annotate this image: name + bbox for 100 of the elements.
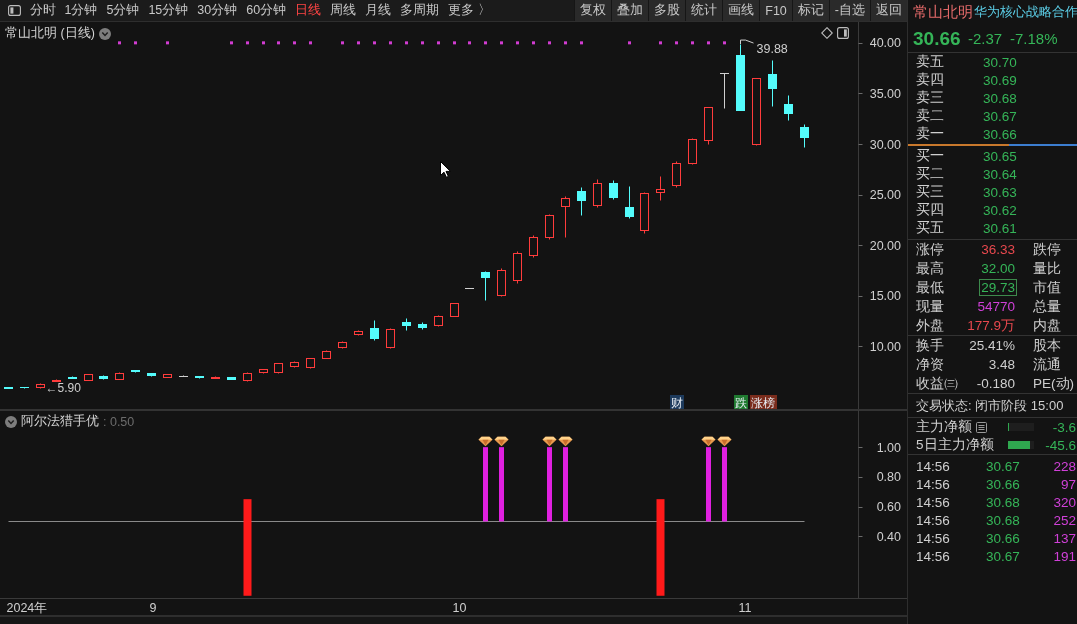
stat-label: 股本 (1032, 336, 1062, 355)
event-tag[interactable]: 跌 (734, 395, 748, 410)
axis-label: 9 (149, 600, 157, 615)
panel-toggle-icon[interactable] (837, 27, 849, 39)
diamond-icon (494, 436, 509, 447)
stat-label: 内盘 (1032, 316, 1062, 335)
stat-label: PE(动) (1032, 374, 1075, 393)
axis-label: 20.00 (869, 238, 901, 253)
diamond-outline-icon[interactable] (821, 27, 833, 39)
fund-flow-label: 5日主力净额 (916, 436, 994, 454)
candlestick (497, 268, 506, 297)
axis-label: 11 (738, 600, 752, 615)
candlestick (704, 107, 713, 145)
period-tab[interactable]: 60分钟 (241, 0, 291, 21)
diamond-icon (542, 436, 557, 447)
axis-label: 1.00 (876, 440, 901, 455)
stat-value: -0.180 (975, 375, 1016, 392)
trade-volume: 191 (1053, 548, 1077, 564)
trade-time: 14:56 (916, 476, 951, 492)
trade-volume: 97 (1060, 476, 1077, 492)
trade-volume: 252 (1053, 512, 1077, 528)
indicator-title: 阿尔法猎手优 (21, 413, 99, 430)
dropdown-icon[interactable] (5, 415, 17, 428)
period-tab[interactable]: 5分钟 (101, 0, 144, 21)
candlestick (418, 322, 427, 330)
toolbar-button[interactable]: 复权 (574, 0, 612, 21)
stat-value: 32.00 (980, 260, 1016, 277)
stat-label: 量比 (1032, 259, 1062, 278)
candlestick (306, 358, 315, 369)
toolbar-button[interactable]: F10 (759, 0, 792, 21)
trade-price: 30.67 (986, 548, 1021, 564)
toolbar-button[interactable]: -自选 (828, 0, 870, 21)
axis-label: 0.40 (876, 529, 901, 544)
axis-label: 2024年 (6, 600, 48, 615)
stat-label: 现量 (916, 297, 945, 316)
bid-price: 30.62 (983, 202, 1018, 218)
stat-value: 177.9万 (966, 317, 1016, 334)
candlestick (719, 73, 730, 109)
ask-label: 卖二 (916, 107, 945, 125)
fund-flow-value: -45.6 (1045, 437, 1077, 453)
period-tab[interactable]: 月线 (360, 0, 396, 21)
trade-time: 14:56 (916, 494, 951, 510)
event-tag[interactable]: 财 (670, 395, 684, 410)
fund-flow-value: -3.6 (1052, 419, 1077, 435)
event-tag[interactable]: 涨榜 (750, 395, 777, 410)
bid-price: 30.65 (983, 148, 1018, 164)
trade-time: 14:56 (916, 458, 951, 474)
fund-flow-label: 主力净额 (916, 418, 972, 436)
candlestick (609, 180, 618, 200)
diamond-icon (717, 436, 732, 447)
candlestick (561, 196, 570, 238)
bid-price: 30.63 (983, 184, 1018, 200)
toolbar-button[interactable]: 叠加 (611, 0, 649, 21)
period-tab[interactable]: 分时 (25, 0, 60, 21)
toolbar-button[interactable]: 统计 (685, 0, 723, 21)
high-price-label: 39.88 (740, 39, 788, 57)
stat-value: 36.33 (980, 241, 1016, 258)
axis-label: 40.00 (869, 36, 901, 51)
trade-volume: 137 (1053, 530, 1077, 546)
bid-label: 买四 (916, 201, 945, 219)
bid-label: 买五 (916, 219, 945, 237)
bid-label: 买二 (916, 165, 945, 183)
candlestick (688, 138, 697, 165)
toolbar-button[interactable]: 多股 (648, 0, 686, 21)
toolbar-button[interactable]: 标记 (791, 0, 829, 21)
axis-label: 25.00 (869, 188, 901, 203)
trade-price: 30.67 (986, 458, 1021, 474)
candlestick (672, 161, 681, 188)
period-tab[interactable]: 15分钟 (143, 0, 193, 21)
period-tab[interactable]: 周线 (325, 0, 361, 21)
bid-label: 买三 (916, 183, 945, 201)
ask-price: 30.67 (983, 108, 1018, 124)
candlestick (290, 361, 299, 368)
dropdown-icon[interactable] (98, 27, 111, 40)
trade-price: 30.66 (986, 530, 1021, 546)
trade-time: 14:56 (916, 530, 951, 546)
candlestick (99, 375, 108, 380)
candlestick (450, 303, 459, 317)
stat-value: 25.41% (968, 337, 1016, 354)
period-tab[interactable]: 日线 (290, 0, 326, 21)
diamond-icon (701, 436, 716, 447)
percent-change: -7.18% (1010, 30, 1059, 47)
sidebar-toggle-icon[interactable] (8, 5, 21, 16)
trade-volume: 228 (1053, 458, 1077, 474)
period-tab[interactable]: 1分钟 (60, 0, 102, 21)
low-price-label: ←5.90 (45, 381, 81, 396)
period-tab[interactable]: 多周期 (395, 0, 444, 21)
axis-label: 0.60 (876, 500, 901, 515)
candlestick (800, 124, 809, 148)
ask-label: 卖五 (916, 53, 945, 71)
period-tab[interactable]: 更多 〉 (443, 0, 496, 21)
trade-time: 14:56 (916, 512, 951, 528)
period-tab[interactable]: 30分钟 (192, 0, 242, 21)
list-icon[interactable] (976, 421, 987, 433)
axis-label: 30.00 (869, 137, 901, 152)
toolbar-button[interactable]: 返回 (870, 0, 907, 21)
candlestick (768, 60, 777, 107)
toolbar-button[interactable]: 画线 (722, 0, 760, 21)
diamond-icon (478, 436, 493, 447)
candlestick (736, 44, 745, 111)
